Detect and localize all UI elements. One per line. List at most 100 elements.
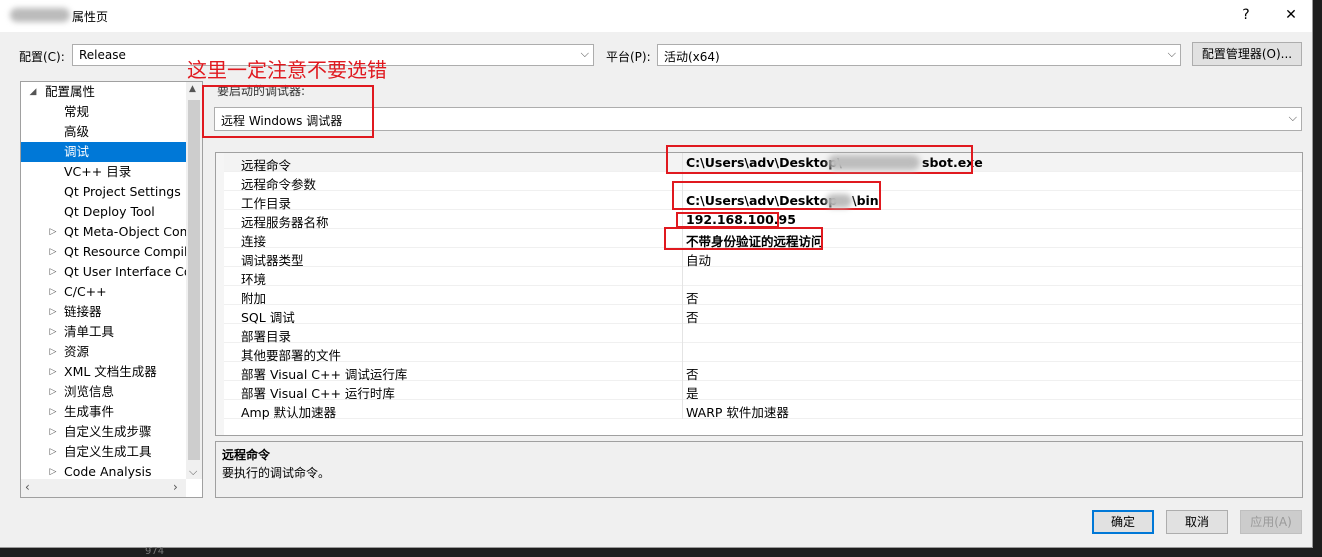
tree-item-label: Qt Meta-Object Com [64, 224, 186, 239]
expand-triangle-icon[interactable]: ▷ [47, 282, 59, 302]
property-row[interactable]: 环境 [216, 267, 1302, 287]
column-divider[interactable] [682, 400, 683, 419]
highlight-connection-box [664, 227, 823, 250]
tree-root-label: 配置属性 [45, 84, 96, 99]
tree-item-label: 生成事件 [64, 404, 115, 419]
tree-item[interactable]: VC++ 目录 [21, 162, 186, 182]
property-row[interactable]: 附加否 [216, 286, 1302, 306]
tree-item-label: 资源 [64, 344, 90, 359]
platform-label: 平台(P): [606, 50, 651, 64]
tree-item[interactable]: ▷ Qt Resource Compile [21, 242, 186, 262]
column-divider[interactable] [682, 305, 683, 324]
close-button[interactable]: ✕ [1277, 4, 1305, 26]
tree-item-label: Qt User Interface Co [64, 264, 186, 279]
platform-value: 活动(x64) [664, 50, 720, 64]
expand-triangle-icon[interactable]: ▷ [47, 382, 59, 402]
property-row[interactable]: 部署目录 [216, 324, 1302, 344]
tree-item-label: Qt Resource Compile [64, 244, 186, 259]
expand-triangle-icon[interactable]: ▷ [47, 322, 59, 342]
tree-item-label: Qt Project Settings [64, 184, 181, 199]
blurred-path-1 [828, 155, 920, 170]
highlight-debugger-box [202, 85, 374, 138]
column-divider[interactable] [682, 248, 683, 267]
property-row[interactable]: SQL 调试否 [216, 305, 1302, 325]
tree-item-label: 自定义生成工具 [64, 444, 152, 459]
expand-triangle-icon[interactable]: ▷ [47, 302, 59, 322]
tree-item[interactable]: 常规 [21, 102, 186, 122]
platform-select[interactable]: 活动(x64) ⌵ [657, 44, 1181, 66]
expand-triangle-icon[interactable]: ▷ [47, 262, 59, 282]
tree-item[interactable]: 调试 [21, 142, 186, 162]
tree-item-label: 高级 [64, 124, 90, 139]
property-row[interactable]: Amp 默认加速器 WARP 软件加速器 [216, 400, 1302, 421]
tree-item[interactable]: ▷ 自定义生成步骤 [21, 422, 186, 442]
tree-root[interactable]: ◢ 配置属性 [21, 82, 186, 102]
cancel-button[interactable]: 取消 [1166, 510, 1228, 534]
description-text: 要执行的调试命令。 [222, 466, 331, 480]
tree-item-label: XML 文档生成器 [64, 364, 157, 379]
tree-item-label: 浏览信息 [64, 384, 115, 399]
column-divider[interactable] [682, 286, 683, 305]
help-button[interactable]: ? [1232, 4, 1260, 26]
blurred-project-name [10, 8, 70, 22]
tree-item[interactable]: ▷ 资源 [21, 342, 186, 362]
config-value: Release [79, 48, 126, 62]
scroll-left-icon[interactable]: ‹ [25, 480, 30, 494]
debugger-select[interactable]: 远程 Windows 调试器 ⌵ [214, 107, 1302, 131]
scroll-thumb[interactable] [188, 100, 200, 460]
column-divider[interactable] [682, 381, 683, 400]
chevron-down-icon: ⌵ [1167, 47, 1176, 60]
tree-item[interactable]: ▷ Qt Meta-Object Com [21, 222, 186, 242]
scroll-right-icon[interactable]: › [173, 480, 178, 494]
expand-triangle-icon[interactable]: ▷ [47, 362, 59, 382]
tree-item-label: 自定义生成步骤 [64, 424, 152, 439]
scroll-up-icon[interactable]: ▲ [189, 84, 196, 94]
expand-triangle-icon[interactable]: ▷ [47, 422, 59, 442]
tree-horizontal-scrollbar[interactable]: ‹ › [21, 479, 186, 497]
expand-triangle-icon[interactable]: ▷ [47, 222, 59, 242]
expand-triangle-icon[interactable]: ▷ [47, 242, 59, 262]
tree-item[interactable]: Qt Deploy Tool [21, 202, 186, 222]
property-row[interactable]: 其他要部署的文件 [216, 343, 1302, 363]
tree-item[interactable]: ▷ 自定义生成工具 [21, 442, 186, 462]
collapse-triangle-icon: ◢ [29, 87, 37, 97]
tree-vertical-scrollbar[interactable]: ▲ ⌵ [186, 82, 202, 479]
tree-item[interactable]: ▷ 链接器 [21, 302, 186, 322]
tree-item[interactable]: ▷ C/C++ [21, 282, 186, 302]
column-divider[interactable] [682, 362, 683, 381]
property-value[interactable]: WARP 软件加速器 [686, 402, 789, 421]
editor-line-number: 974 [145, 546, 165, 557]
tree-item[interactable]: ▷ Qt User Interface Co [21, 262, 186, 282]
tree-item-label: C/C++ [64, 284, 107, 299]
highlight-remote-command-box [666, 145, 973, 174]
tree-item[interactable]: ▷ 浏览信息 [21, 382, 186, 402]
ok-button[interactable]: 确定 [1092, 510, 1154, 534]
highlight-server-box [676, 212, 779, 228]
tree-item[interactable]: Qt Project Settings [21, 182, 186, 202]
tree-item[interactable]: ▷ 清单工具 [21, 322, 186, 342]
expand-triangle-icon[interactable]: ▷ [47, 402, 59, 422]
description-title: 远程命令 [222, 448, 271, 462]
blurred-path-2 [826, 194, 852, 208]
property-row[interactable]: 部署 Visual C++ 调试运行库否 [216, 362, 1302, 382]
column-divider[interactable] [682, 343, 683, 362]
annotation-text: 这里一定注意不要选错 [187, 58, 387, 82]
scroll-down-icon[interactable]: ⌵ [189, 465, 197, 479]
expand-triangle-icon[interactable]: ▷ [47, 442, 59, 462]
tree-item-label: VC++ 目录 [64, 164, 132, 179]
column-divider[interactable] [682, 267, 683, 286]
tree-item[interactable]: 高级 [21, 122, 186, 142]
tree-item-label: 常规 [64, 104, 90, 119]
window-title: 属性页 [72, 10, 109, 24]
expand-triangle-icon[interactable]: ▷ [47, 342, 59, 362]
property-row[interactable]: 部署 Visual C++ 运行时库是 [216, 381, 1302, 401]
column-divider[interactable] [682, 324, 683, 343]
tree-item[interactable]: ▷ XML 文档生成器 [21, 362, 186, 382]
property-tree[interactable]: ◢ 配置属性 常规高级调试 VC++ 目录 Qt Project Settings Q… [20, 81, 203, 498]
config-manager-button[interactable]: 配置管理器(O)... [1192, 42, 1302, 66]
description-pane: 远程命令 要执行的调试命令。 [215, 441, 1303, 498]
property-row[interactable]: 调试器类型 自动 [216, 248, 1302, 268]
apply-button[interactable]: 应用(A) [1240, 510, 1302, 534]
property-pages-dialog: 属性页 ? ✕ 配置(C): Release ⌵ 平台(P): 活动(x64) … [0, 0, 1313, 548]
tree-item[interactable]: ▷ 生成事件 [21, 402, 186, 422]
